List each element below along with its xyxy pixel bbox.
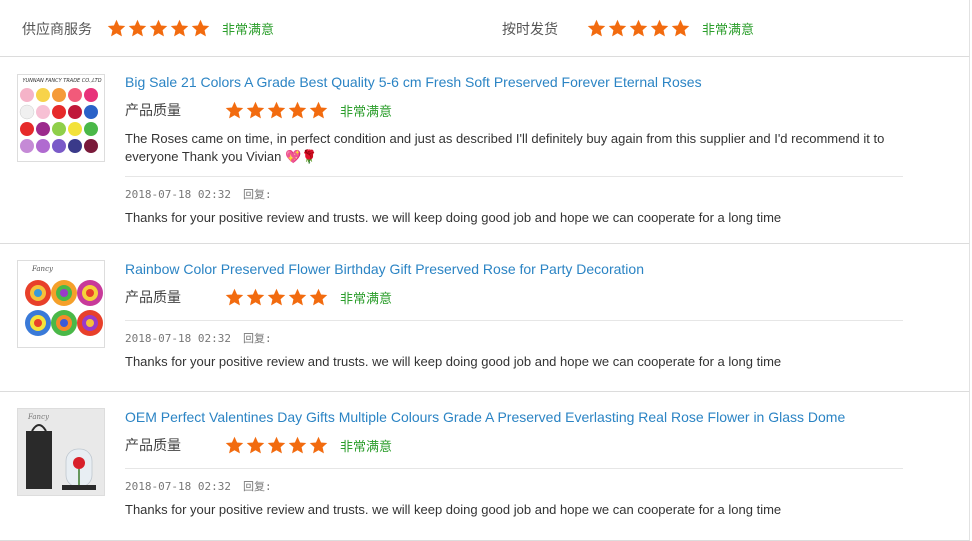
product-thumbnail[interactable]: Fancy (17, 408, 105, 496)
on-time-delivery-rating: 按时发货 非常满意 (502, 0, 754, 57)
thumbnail-brand-text: Fancy (31, 265, 54, 273)
product-title-link[interactable]: OEM Perfect Valentines Day Gifts Multipl… (125, 409, 905, 425)
reply-meta: 2018-07-18 02:32 回复: (125, 186, 905, 202)
star-icon (288, 288, 307, 305)
star-icon (267, 436, 286, 453)
review-comment: The Roses came on time, in perfect condi… (125, 131, 885, 164)
product-quality-stars (225, 101, 330, 120)
seller-reply: Thanks for your positive review and trus… (125, 210, 782, 225)
seller-reply: Thanks for your positive review and trus… (125, 354, 782, 369)
review-item: YUNNAN FANCY TRADE CO.,LTD Big Sale 21 C… (0, 57, 970, 244)
product-quality-verdict: 非常满意 (340, 291, 393, 307)
thumbnail-brand-text: Fancy (27, 413, 50, 421)
star-icon (587, 19, 606, 37)
star-icon (128, 19, 147, 37)
product-title-link[interactable]: Rainbow Color Preserved Flower Birthday … (125, 261, 905, 277)
product-quality-label: 产品质量 (125, 290, 181, 306)
supplier-service-rating: 供应商服务 非常满意 (22, 0, 274, 57)
product-quality-rating: 产品质量 非常满意 (125, 100, 905, 120)
review-item: Fancy OEM Perfect Valentines Day Gifts M… (0, 392, 970, 541)
star-icon (288, 436, 307, 453)
reply-meta: 2018-07-18 02:32 回复: (125, 330, 905, 346)
product-thumbnail[interactable]: YUNNAN FANCY TRADE CO.,LTD (17, 74, 105, 162)
star-icon (629, 19, 648, 37)
supplier-service-stars (107, 19, 212, 38)
product-title-link[interactable]: Big Sale 21 Colors A Grade Best Quality … (125, 74, 905, 90)
seller-rating-summary: 供应商服务 非常满意 按时发货 非常满意 (0, 0, 970, 57)
divider (125, 176, 903, 177)
product-thumbnail[interactable]: Fancy (17, 260, 105, 348)
seller-reply: Thanks for your positive review and trus… (125, 502, 782, 517)
product-quality-stars (225, 436, 330, 455)
reply-label: 回复: (242, 480, 272, 493)
review-date: 2018-07-18 02:32 (125, 188, 231, 201)
product-quality-rating: 产品质量 非常满意 (125, 287, 905, 307)
product-quality-rating: 产品质量 非常满意 (125, 435, 905, 455)
product-quality-verdict: 非常满意 (340, 439, 393, 455)
star-icon (225, 288, 244, 305)
star-icon (225, 436, 244, 453)
reply-meta: 2018-07-18 02:32 回复: (125, 478, 905, 494)
star-icon (671, 19, 690, 37)
star-icon (288, 101, 307, 118)
star-icon (246, 101, 265, 118)
divider (125, 468, 903, 469)
product-quality-verdict: 非常满意 (340, 104, 393, 120)
star-icon (191, 19, 210, 37)
star-icon (267, 288, 286, 305)
on-time-delivery-label: 按时发货 (502, 21, 558, 38)
supplier-service-label: 供应商服务 (22, 21, 92, 38)
review-date: 2018-07-18 02:32 (125, 480, 231, 493)
star-icon (650, 19, 669, 37)
on-time-delivery-verdict: 非常满意 (702, 23, 755, 38)
reply-label: 回复: (242, 188, 272, 201)
reply-label: 回复: (242, 332, 272, 345)
star-icon (309, 436, 328, 453)
star-icon (246, 436, 265, 453)
star-icon (107, 19, 126, 37)
star-icon (608, 19, 627, 37)
review-date: 2018-07-18 02:32 (125, 332, 231, 345)
star-icon (246, 288, 265, 305)
product-quality-label: 产品质量 (125, 438, 181, 454)
thumbnail-brand-text: YUNNAN FANCY TRADE CO.,LTD (22, 78, 101, 84)
star-icon (309, 288, 328, 305)
supplier-service-verdict: 非常满意 (222, 23, 275, 38)
star-icon (267, 101, 286, 118)
on-time-delivery-stars (587, 19, 692, 38)
product-quality-label: 产品质量 (125, 103, 181, 119)
product-quality-stars (225, 288, 330, 307)
star-icon (149, 19, 168, 37)
review-item: Fancy Rainbow Color Preserved Flower Bir… (0, 244, 970, 392)
star-icon (225, 101, 244, 118)
star-icon (309, 101, 328, 118)
divider (125, 320, 903, 321)
star-icon (170, 19, 189, 37)
